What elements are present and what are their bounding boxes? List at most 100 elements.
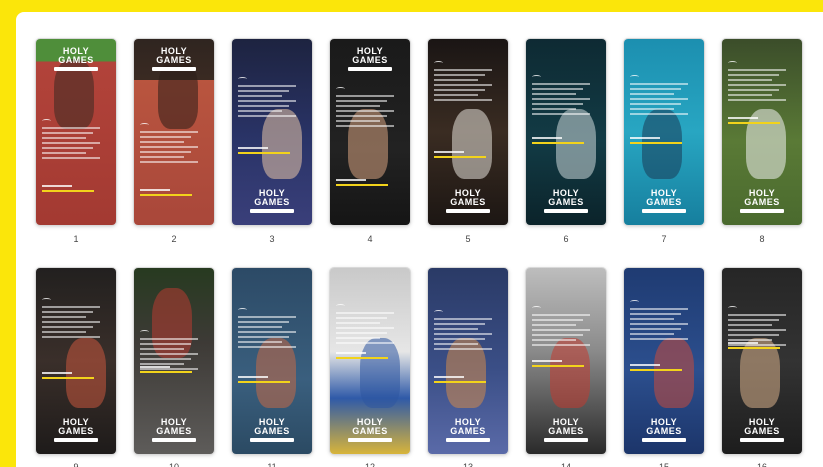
slide-caption-highlight [630, 142, 682, 144]
slide-text-line [140, 161, 198, 163]
slide-caption-line [532, 137, 562, 139]
slide-caption-highlight [336, 357, 388, 359]
slide-caption-highlight [728, 347, 780, 349]
slide-text-line [42, 306, 100, 308]
holy-games-logo: HOLY GAMES [722, 189, 802, 213]
logo-tagline-bar [740, 209, 784, 213]
wave-mark-icon [140, 123, 149, 127]
slide-text-line [336, 327, 394, 329]
slide-text-line [238, 110, 282, 112]
slide-thumbnail-14[interactable]: HOLY GAMES [526, 268, 606, 454]
logo-line2: GAMES [156, 426, 192, 436]
logo-line2: GAMES [58, 426, 94, 436]
slide-thumbnail-3[interactable]: HOLY GAMES [232, 39, 312, 225]
logo-line2: GAMES [548, 426, 584, 436]
slide-text-line [728, 94, 772, 96]
logo-line2: GAMES [646, 426, 682, 436]
slide-text-line [140, 146, 198, 148]
slide-caption-highlight [728, 122, 780, 124]
slide-text-line [532, 324, 576, 326]
slide-text-line [630, 323, 688, 325]
logo-line2: GAMES [450, 426, 486, 436]
slide-text-line [630, 93, 674, 95]
holy-games-logo: HOLY GAMES [722, 418, 802, 442]
wave-mark-icon [532, 306, 541, 310]
slide-text-line [434, 99, 492, 101]
slide-text-line [140, 343, 191, 345]
slide-caption-highlight [238, 152, 290, 154]
slide-thumbnail-2[interactable]: HOLY GAMES [134, 39, 214, 225]
slide-caption-line [434, 376, 464, 378]
logo-line2: GAMES [254, 426, 290, 436]
slide-text-line [336, 317, 387, 319]
slide-text-line [728, 84, 786, 86]
holy-games-logo: HOLY GAMES [36, 418, 116, 442]
slide-number: 13 [462, 462, 473, 467]
holy-games-logo: HOLY GAMES [428, 418, 508, 442]
slide-text-line [42, 331, 86, 333]
slide-thumbnail-13[interactable]: HOLY GAMES [428, 268, 508, 454]
athlete-figure [550, 338, 590, 408]
logo-tagline-bar [152, 67, 196, 71]
slide-number: 8 [759, 234, 765, 244]
logo-line2: GAMES [254, 197, 290, 207]
slide-text-line [140, 151, 191, 153]
slide-grid: HOLY GAMES 1 HOLY GAMES 2 HOLY GAMES 3 HOLY GAMES 4… [16, 12, 823, 467]
slide-text-line [532, 88, 583, 90]
slide-text-line [238, 331, 296, 333]
slide-caption-line [238, 147, 268, 149]
slide-text-line [238, 90, 289, 92]
athlete-figure [746, 109, 786, 179]
slide-text-line [238, 346, 296, 348]
slide-thumbnail-8[interactable]: HOLY GAMES [722, 39, 802, 225]
slide-text-line [728, 89, 779, 91]
slide-text-line [434, 79, 478, 81]
logo-tagline-bar [642, 438, 686, 442]
slide-thumbnail-15[interactable]: HOLY GAMES [624, 268, 704, 454]
slide-caption-line [728, 117, 758, 119]
slide-thumbnail-1[interactable]: HOLY GAMES [36, 39, 116, 225]
holy-games-logo: HOLY GAMES [36, 47, 116, 71]
slide-text-line [140, 358, 191, 360]
slide-caption-highlight [630, 369, 682, 371]
wave-mark-icon [238, 77, 247, 81]
slide-thumbnail-11[interactable]: HOLY GAMES [232, 268, 312, 454]
slide-thumbnail-9[interactable]: HOLY GAMES [36, 268, 116, 454]
slide-text-line [42, 336, 100, 338]
slide-text-line [238, 316, 296, 318]
slide-number: 5 [465, 234, 471, 244]
athlete-figure [360, 338, 400, 408]
wave-mark-icon [42, 119, 51, 123]
slide-text-line [728, 79, 772, 81]
slide-number: 1 [73, 234, 79, 244]
slide-caption-line [728, 342, 758, 344]
slide-text-line [434, 348, 492, 350]
slide-caption-line [336, 179, 366, 181]
slide-number: 10 [168, 462, 179, 467]
slide-number: 16 [756, 462, 767, 467]
slide-thumbnail-10[interactable]: HOLY GAMES [134, 268, 214, 454]
slide-thumbnail-16[interactable]: HOLY GAMES [722, 268, 802, 454]
slide-text-line [630, 338, 688, 340]
holy-games-logo: HOLY GAMES [428, 189, 508, 213]
slide-text-line [140, 353, 198, 355]
slide-thumbnail-12[interactable]: HOLY GAMES [330, 268, 410, 454]
slide-text-line [728, 339, 772, 341]
slide-thumbnail-6[interactable]: HOLY GAMES [526, 39, 606, 225]
slide-thumbnail-7[interactable]: HOLY GAMES [624, 39, 704, 225]
slide-text-line [238, 336, 289, 338]
slide-text-line [728, 319, 779, 321]
holy-games-logo: HOLY GAMES [624, 189, 704, 213]
slide-text-line [532, 329, 590, 331]
slide-thumbnail-5[interactable]: HOLY GAMES [428, 39, 508, 225]
slide-text-line [42, 316, 86, 318]
slide-number: 4 [367, 234, 373, 244]
slide-thumbnail-4[interactable]: HOLY GAMES [330, 39, 410, 225]
slide-text-line [42, 127, 100, 129]
wave-mark-icon [728, 61, 737, 65]
slide-caption-highlight [532, 142, 584, 144]
wave-mark-icon [336, 87, 345, 91]
slide-text-line [532, 98, 590, 100]
logo-tagline-bar [544, 209, 588, 213]
slide-caption-line [630, 137, 660, 139]
